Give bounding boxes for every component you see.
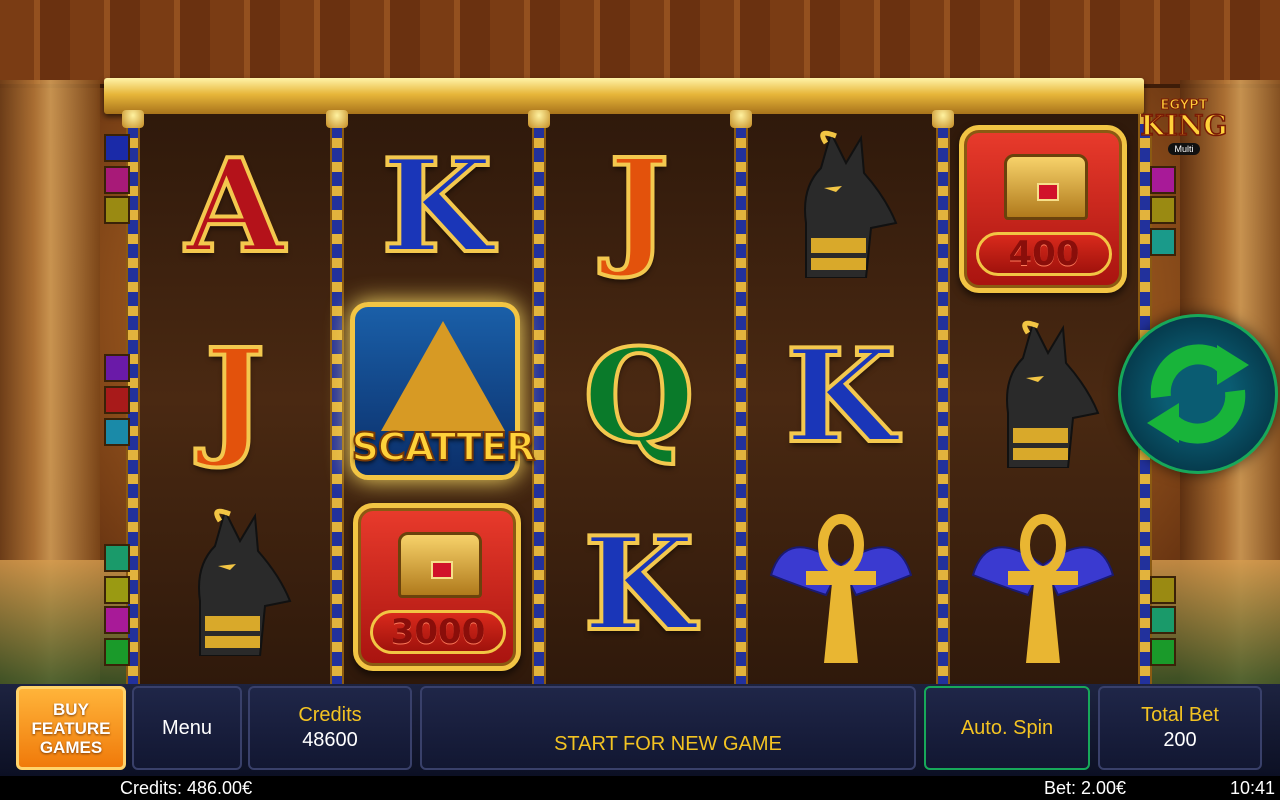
symbol-king: K — [352, 122, 522, 292]
payline-marker — [104, 606, 130, 634]
payline-marker — [104, 638, 130, 666]
chest-prize-value: 3000 — [370, 610, 506, 654]
column-capital — [730, 110, 752, 128]
column-capital — [122, 110, 144, 128]
circular-arrows-icon — [1147, 344, 1249, 444]
symbol-anubis — [756, 118, 926, 288]
ace-letter: A — [183, 132, 286, 282]
symbol-treasure-chest: 400 — [958, 124, 1128, 294]
payline-marker — [104, 354, 130, 382]
symbol-anubis — [150, 496, 320, 666]
payline-marker — [104, 166, 130, 194]
column-capital — [528, 110, 550, 128]
jack-letter: J — [607, 132, 672, 282]
symbol-king: K — [554, 500, 724, 670]
hieroglyph-frieze — [0, 0, 1280, 88]
status-credits: Credits: 486.00€ — [120, 778, 253, 798]
total-bet-label: Total Bet — [1141, 704, 1219, 726]
total-bet-panel[interactable]: Total Bet 200 — [1098, 686, 1262, 770]
buy-feature-button[interactable]: BUY FEATURE GAMES — [16, 686, 126, 770]
winged-ankh-icon — [971, 514, 1115, 663]
jack-letter: J — [203, 322, 268, 472]
symbol-jack: J — [150, 312, 320, 482]
payline-marker — [104, 196, 130, 224]
menu-button[interactable]: Menu — [132, 686, 242, 770]
reel-divider — [330, 114, 344, 684]
king-letter: K — [379, 132, 494, 282]
payline-marker — [104, 418, 130, 446]
symbol-ace: A — [150, 122, 320, 292]
payline-marker — [1150, 606, 1176, 634]
logo-line-2: KING — [1140, 109, 1228, 142]
column-capital — [326, 110, 348, 128]
status-bet: Bet: 2.00€ — [1044, 778, 1127, 798]
payline-marker — [104, 576, 130, 604]
logo-line-3: Multi — [1168, 143, 1200, 155]
pyramid-icon — [381, 321, 505, 431]
scatter-frame: SCATTER — [350, 302, 536, 480]
auto-spin-button[interactable]: Auto. Spin — [924, 686, 1090, 770]
anubis-icon — [804, 130, 898, 278]
credits-value: 48600 — [302, 729, 358, 751]
reel-divider — [936, 114, 950, 684]
message-panel: START FOR NEW GAME — [420, 686, 916, 770]
symbol-treasure-chest: 3000 — [352, 502, 522, 672]
king-letter: K — [581, 510, 696, 660]
payline-marker — [1150, 196, 1176, 224]
winged-ankh-icon — [769, 514, 913, 663]
anubis-icon — [1006, 320, 1100, 468]
total-bet-value: 200 — [1163, 729, 1197, 751]
reel-divider — [734, 114, 748, 684]
treasure-chest-icon — [398, 532, 482, 598]
game-logo: EGYPT KING Multi — [1136, 98, 1232, 160]
status-time: 10:41 — [1230, 778, 1276, 798]
symbol-jack: J — [554, 122, 724, 292]
symbol-ankh — [958, 500, 1128, 670]
symbol-king: K — [756, 312, 926, 482]
king-letter: K — [783, 322, 898, 472]
payline-marker — [1150, 166, 1176, 194]
chest-frame: 400 — [959, 125, 1127, 293]
column-capital — [932, 110, 954, 128]
chest-frame: 3000 — [353, 503, 521, 671]
reel-divider — [532, 114, 546, 684]
symbol-anubis — [958, 308, 1128, 478]
auto-spin-label: Auto. Spin — [960, 716, 1054, 739]
credits-label: Credits — [298, 704, 362, 726]
symbol-queen: Q — [554, 312, 724, 482]
payline-marker — [104, 386, 130, 414]
queen-letter: Q — [581, 322, 696, 472]
chest-prize-value: 400 — [976, 232, 1112, 276]
status-bar: Credits: 486.00€ Bet: 2.00€ 10:41 — [0, 776, 1280, 800]
menu-label: Menu — [161, 716, 213, 739]
payline-marker — [1150, 576, 1176, 604]
symbol-scatter: SCATTER — [350, 302, 536, 480]
payline-marker — [104, 134, 130, 162]
payline-marker — [104, 544, 130, 572]
reel-top-beam — [104, 78, 1144, 114]
game-message: START FOR NEW GAME — [554, 733, 782, 755]
spin-button[interactable] — [1118, 314, 1278, 474]
credits-panel: Credits 48600 — [248, 686, 412, 770]
symbol-ankh — [756, 500, 926, 670]
payline-marker — [1150, 228, 1176, 256]
anubis-icon — [198, 508, 292, 656]
treasure-chest-icon — [1004, 154, 1088, 220]
payline-marker — [1150, 638, 1176, 666]
scatter-label: SCATTER — [351, 424, 537, 470]
